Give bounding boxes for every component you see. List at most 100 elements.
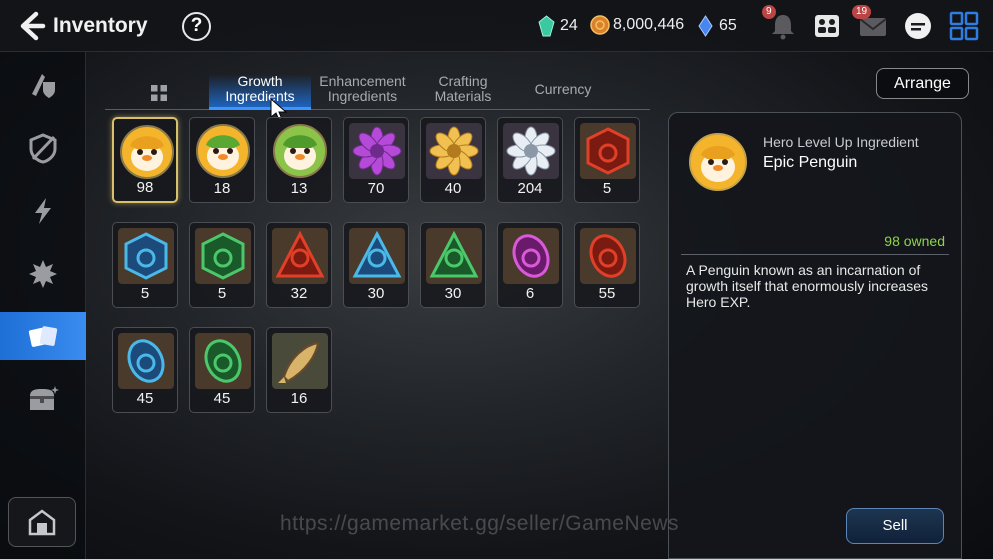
tab-label-line1: Crafting — [438, 73, 488, 89]
top-bar: Inventory ? 24 8,000,446 65 9 19 — [0, 0, 993, 52]
item-slot[interactable]: 30 — [343, 222, 409, 308]
item-quantity: 98 — [136, 179, 154, 196]
item-category: Hero Level Up Ingredient — [763, 134, 919, 150]
item-quantity: 16 — [290, 390, 308, 407]
tab-label-line2: Materials — [434, 88, 492, 104]
sidebar-item-artifact[interactable] — [0, 124, 86, 172]
sidebar-item-material[interactable] — [0, 312, 86, 360]
earth-rune-icon — [195, 333, 251, 389]
tab-growth-ingredients[interactable]: Growth Ingredients — [209, 74, 311, 110]
fire-rune-icon — [580, 228, 636, 284]
stamina-value: 65 — [719, 17, 737, 35]
owned-count: 98 owned — [884, 233, 945, 249]
item-description: A Penguin known as an incarnation of gro… — [686, 262, 928, 310]
silver-flower-icon — [503, 123, 559, 179]
epic-penguin-icon — [120, 125, 174, 179]
chest-icon — [30, 386, 59, 410]
item-slot[interactable]: 45 — [189, 327, 255, 413]
gold-value: 8,000,446 — [613, 16, 685, 34]
fish-icon — [272, 333, 328, 389]
item-slot[interactable]: 98 — [112, 117, 178, 203]
tab-label-line1: Growth — [237, 73, 283, 89]
item-slot[interactable]: 6 — [497, 222, 563, 308]
inventory-tabs: Growth Ingredients Enhancement Ingredien… — [105, 70, 650, 121]
penguin-icon — [273, 124, 327, 178]
item-slot[interactable]: 55 — [574, 222, 640, 308]
back-arrow-icon[interactable] — [16, 11, 46, 41]
fire-rune-icon — [580, 123, 636, 179]
item-slot[interactable]: 70 — [343, 117, 409, 203]
watermark: https://gamemarket.gg/seller/GameNews — [280, 512, 679, 535]
item-quantity: 5 — [140, 285, 150, 302]
crystal-value: 24 — [560, 17, 578, 35]
tab-currency[interactable]: Currency — [518, 82, 608, 97]
ice-rune-icon — [118, 333, 174, 389]
item-quantity: 32 — [290, 285, 308, 302]
catalyst-icon — [35, 198, 51, 224]
ice-rune-icon — [118, 228, 174, 284]
mail-badge: 19 — [852, 5, 872, 19]
item-quantity: 6 — [525, 285, 535, 302]
storage-button[interactable] — [8, 497, 76, 547]
gold-counter: 8,000,446 — [590, 15, 684, 35]
sidebar-item-catalyst[interactable] — [0, 187, 86, 235]
item-slot[interactable]: 40 — [420, 117, 486, 203]
item-quantity: 5 — [602, 180, 612, 197]
item-quantity: 70 — [367, 180, 385, 197]
item-quantity: 30 — [367, 285, 385, 302]
item-slot[interactable]: 5 — [112, 222, 178, 308]
penguin-icon — [196, 124, 250, 178]
fire-rune-icon — [272, 228, 328, 284]
equipment-icon — [32, 74, 55, 98]
gold-flower-icon — [426, 123, 482, 179]
help-button[interactable]: ? — [182, 12, 211, 41]
arrange-button[interactable]: Arrange — [876, 68, 969, 99]
item-quantity: 45 — [213, 390, 231, 407]
energy-icon — [698, 15, 713, 37]
penguin-icon — [691, 135, 745, 189]
material-icon — [28, 326, 58, 347]
earth-rune-icon — [195, 228, 251, 284]
spirit-icon — [29, 260, 57, 288]
earth-rune-icon — [426, 228, 482, 284]
epic-penguin-portrait — [689, 133, 747, 191]
ice-rune-icon — [349, 228, 405, 284]
item-slot[interactable]: 45 — [112, 327, 178, 413]
item-quantity: 40 — [444, 180, 462, 197]
gold-coin-icon — [590, 15, 610, 35]
friends-icon[interactable] — [811, 10, 843, 42]
crystal-counter: 24 — [538, 15, 578, 37]
item-slot[interactable]: 13 — [266, 117, 332, 203]
sidebar-item-spirit[interactable] — [0, 250, 86, 298]
page-title: Inventory — [53, 14, 148, 37]
storage-house-icon — [28, 509, 56, 536]
item-detail-panel: Hero Level Up Ingredient Epic Penguin 98… — [668, 112, 962, 559]
item-slot[interactable]: 204 — [497, 117, 563, 203]
item-slot[interactable]: 5 — [574, 117, 640, 203]
tab-enhancement-ingredients[interactable]: Enhancement Ingredients — [315, 74, 410, 104]
sidebar-item-chest[interactable] — [0, 375, 86, 423]
crystal-icon — [538, 15, 555, 37]
sell-button[interactable]: Sell — [846, 508, 944, 544]
chat-icon[interactable] — [902, 10, 934, 42]
item-slot[interactable]: 5 — [189, 222, 255, 308]
tab-crafting-materials[interactable]: Crafting Materials — [417, 74, 509, 104]
artifact-icon — [29, 133, 57, 164]
tab-label-line2: Ingredients — [327, 88, 398, 104]
item-slot[interactable]: 18 — [189, 117, 255, 203]
sidebar-item-equipment[interactable] — [0, 60, 86, 108]
item-slot[interactable]: 30 — [420, 222, 486, 308]
tab-label-line1: Enhancement — [319, 73, 406, 89]
category-sidebar — [0, 52, 86, 559]
item-quantity: 5 — [217, 285, 227, 302]
item-slot[interactable]: 32 — [266, 222, 332, 308]
item-quantity: 30 — [444, 285, 462, 302]
item-quantity: 204 — [517, 180, 543, 197]
item-slot[interactable]: 16 — [266, 327, 332, 413]
all-items-grid-icon[interactable] — [150, 84, 168, 102]
divider — [681, 254, 949, 255]
item-quantity: 13 — [290, 180, 308, 197]
stamina-counter: 65 — [697, 15, 737, 37]
tab-label-line1: Currency — [534, 81, 592, 97]
menu-grid-icon[interactable] — [948, 10, 980, 42]
